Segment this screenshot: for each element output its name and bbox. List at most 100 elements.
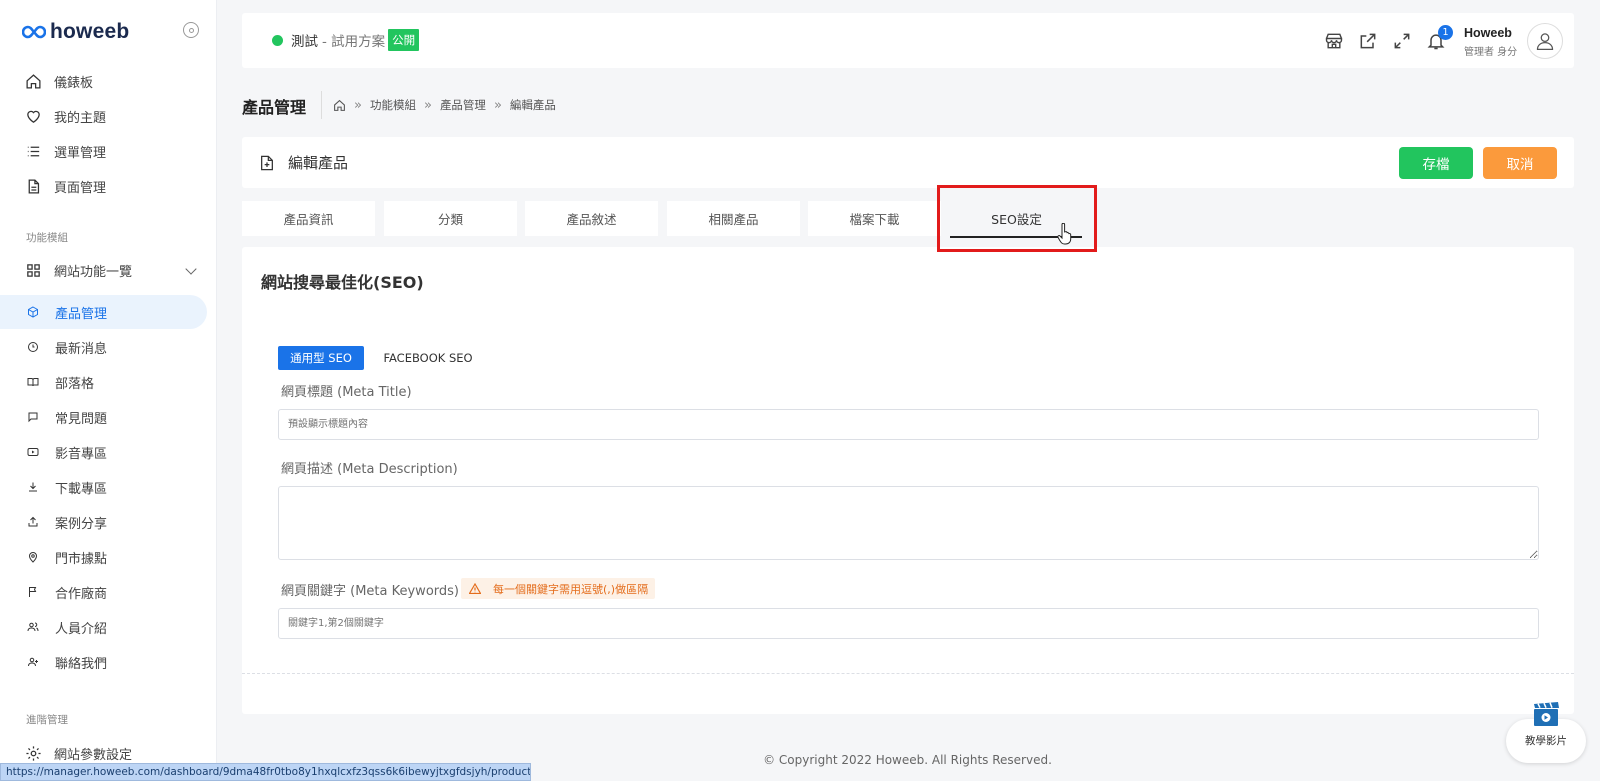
sidebar-item-label: 頁面管理 xyxy=(54,180,107,196)
tutorial-video-button[interactable]: 教學影片 xyxy=(1506,701,1586,763)
clock-icon xyxy=(28,342,38,352)
meta-description-label: 網頁描述 (Meta Description) xyxy=(281,462,458,477)
sidebar-item-video[interactable]: 影音專區 xyxy=(0,435,207,469)
home-icon[interactable] xyxy=(333,99,346,112)
hand-cursor-icon xyxy=(1057,223,1072,245)
sidebar-item-label: 常見問題 xyxy=(55,411,108,427)
title-divider xyxy=(321,91,322,119)
sidebar-item-label: 聯絡我們 xyxy=(55,656,108,672)
edit-product-card: 編輯產品 存檔 取消 xyxy=(242,137,1574,188)
edit-card-title: 編輯產品 xyxy=(288,154,349,172)
sidebar-item-faq[interactable]: 常見問題 xyxy=(0,400,207,434)
box-icon xyxy=(28,306,38,318)
file-plus-icon xyxy=(261,155,273,171)
users-icon xyxy=(27,622,39,632)
user-icon xyxy=(1536,33,1554,50)
sidebar-item-partners[interactable]: 合作廠商 xyxy=(0,575,207,609)
card-divider xyxy=(242,673,1574,674)
store-icon[interactable] xyxy=(1324,31,1344,51)
tab-related[interactable]: 相關產品 xyxy=(667,201,800,236)
list-icon xyxy=(27,146,40,156)
meta-description-input[interactable] xyxy=(278,486,1539,560)
book-icon xyxy=(27,378,39,387)
keywords-warning: 每一個關鍵字需用逗號(,)做區隔 xyxy=(461,578,656,599)
sidebar-item-contact[interactable]: 聯絡我們 xyxy=(0,645,207,679)
breadcrumb-item: 編輯產品 xyxy=(509,98,556,112)
chat-icon xyxy=(28,412,38,423)
brand-name: howeeb xyxy=(50,20,130,43)
status-dot xyxy=(272,34,283,46)
sidebar-item-downloads[interactable]: 下載專區 xyxy=(0,470,207,504)
pin-icon xyxy=(28,552,38,563)
page-icon xyxy=(28,178,40,194)
breadcrumb-separator-icon: » xyxy=(423,97,432,113)
keywords-warning-text: 每一個關鍵字需用逗號(,)做區隔 xyxy=(493,582,649,596)
tab-category[interactable]: 分類 xyxy=(384,201,517,236)
seo-card: 網站搜尋最佳化(SEO) 通用型 SEO FACEBOOK SEO 網頁標題 (… xyxy=(242,247,1574,714)
tab-downloads[interactable]: 檔案下載 xyxy=(808,201,941,236)
meta-title-label: 網頁標題 (Meta Title) xyxy=(281,385,412,400)
meta-title-input[interactable] xyxy=(278,409,1539,440)
breadcrumb-item[interactable]: 產品管理 xyxy=(440,97,486,113)
sidebar-item-label: 部落格 xyxy=(55,376,95,392)
sidebar-item-pages[interactable]: 頁面管理 xyxy=(0,169,207,203)
tab-description[interactable]: 產品敘述 xyxy=(525,201,658,236)
share-icon xyxy=(28,516,38,527)
sidebar-item-label: 最新消息 xyxy=(55,341,108,357)
heart-icon xyxy=(27,110,40,123)
home-icon xyxy=(26,73,41,89)
sidebar-item-themes[interactable]: 我的主題 xyxy=(0,99,207,133)
page-title: 產品管理 xyxy=(242,98,307,117)
sidebar-item-products[interactable]: 產品管理 xyxy=(0,295,207,329)
notification-badge: 1 xyxy=(1438,25,1453,40)
sidebar-collapse-icon[interactable] xyxy=(183,22,199,38)
tab-facebook-seo[interactable]: FACEBOOK SEO xyxy=(378,346,478,370)
sidebar-item-label: 案例分享 xyxy=(55,516,108,532)
sidebar-group-modules[interactable]: 網站功能一覽 xyxy=(0,253,207,287)
infinity-logo-icon xyxy=(22,25,46,39)
sidebar-item-label: 儀錶板 xyxy=(54,75,94,91)
chevron-down-icon xyxy=(185,263,197,275)
meta-keywords-input[interactable] xyxy=(278,608,1539,639)
meta-keywords-label: 網頁關鍵字 (Meta Keywords) xyxy=(281,584,459,599)
flag-icon xyxy=(29,587,37,597)
breadcrumb: » 功能模組 » 產品管理 » 編輯產品 xyxy=(333,97,556,113)
sidebar-item-label: 選單管理 xyxy=(54,145,107,161)
sidebar-item-stores[interactable]: 門市據點 xyxy=(0,540,207,574)
cancel-button[interactable]: 取消 xyxy=(1483,147,1557,179)
user-role: 管理者 身分 xyxy=(1464,47,1518,58)
site-plan: - 試用方案 xyxy=(322,34,386,50)
sidebar: howeeb 儀錶板 我的主題 選單管理 頁面管理 功能模組 網站功能一覽 產品… xyxy=(0,0,217,781)
breadcrumb-separator-icon: » xyxy=(354,97,362,113)
user-name[interactable]: Howeeb xyxy=(1464,26,1512,40)
contact-icon xyxy=(28,657,38,667)
sidebar-item-dashboard[interactable]: 儀錶板 xyxy=(0,64,207,98)
sidebar-item-label: 門市據點 xyxy=(55,551,108,567)
sidebar-item-label: 我的主題 xyxy=(54,110,107,126)
fullscreen-icon[interactable] xyxy=(1392,31,1412,51)
sidebar-item-team[interactable]: 人員介紹 xyxy=(0,610,207,644)
breadcrumb-item[interactable]: 功能模組 xyxy=(370,97,416,113)
download-icon xyxy=(29,482,37,492)
video-icon xyxy=(27,448,39,456)
sidebar-item-label: 人員介紹 xyxy=(55,621,108,637)
sidebar-item-label: 產品管理 xyxy=(55,306,108,322)
site-name: 測試 xyxy=(291,34,318,50)
seo-card-title: 網站搜尋最佳化(SEO) xyxy=(261,273,424,292)
sidebar-item-menus[interactable]: 選單管理 xyxy=(0,134,207,168)
tab-general-seo[interactable]: 通用型 SEO xyxy=(278,346,364,370)
sidebar-item-news[interactable]: 最新消息 xyxy=(0,330,207,364)
sidebar-item-blog[interactable]: 部落格 xyxy=(0,365,207,399)
avatar[interactable] xyxy=(1527,23,1563,59)
sidebar-item-label: 合作廠商 xyxy=(55,586,108,602)
sidebar-item-cases[interactable]: 案例分享 xyxy=(0,505,207,539)
sidebar-item-label: 下載專區 xyxy=(55,481,108,497)
section-label-modules: 功能模組 xyxy=(26,232,68,244)
brand-logo[interactable]: howeeb xyxy=(22,20,129,44)
external-link-icon[interactable] xyxy=(1358,31,1378,51)
save-button[interactable]: 存檔 xyxy=(1399,147,1473,179)
tab-product-info[interactable]: 產品資訊 xyxy=(242,201,375,236)
sidebar-item-label: 影音專區 xyxy=(55,446,108,462)
clapperboard-icon xyxy=(1534,702,1559,726)
breadcrumb-separator-icon: » xyxy=(493,97,502,113)
